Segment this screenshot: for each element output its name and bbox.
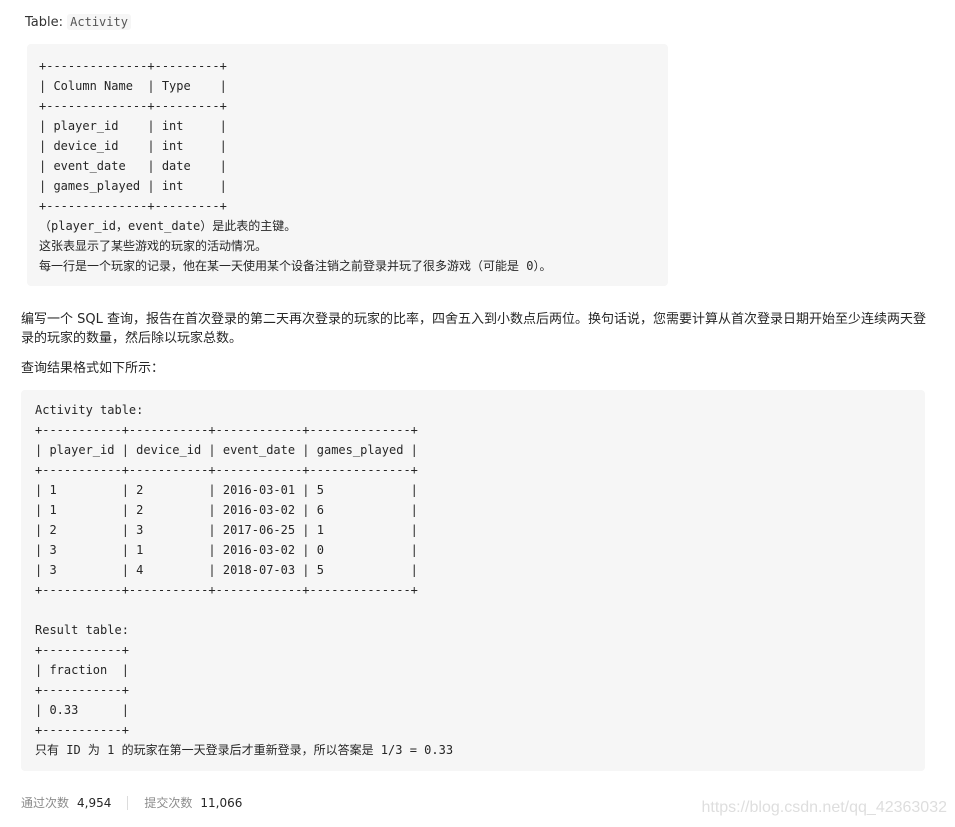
- example-code-text: Activity table: +-----------+-----------…: [35, 403, 454, 757]
- submission-stats: 通过次数 4,954 提交次数 11,066: [21, 794, 242, 812]
- accepted-count-label: 通过次数: [21, 796, 70, 810]
- schema-code-text: +--------------+---------+ | Column Name…: [39, 59, 552, 273]
- submission-count-label: 提交次数: [144, 796, 193, 810]
- format-note-paragraph: 查询结果格式如下所示：: [21, 361, 165, 376]
- submission-count-value: 11,066: [200, 796, 243, 810]
- accepted-count-value: 4,954: [77, 796, 112, 810]
- example-code-block: Activity table: +-----------+-----------…: [21, 390, 925, 771]
- table-caption: Table: Activity: [25, 13, 131, 32]
- blog-watermark: https://blog.csdn.net/qq_42363032: [701, 799, 947, 816]
- table-caption-label: Table:: [25, 15, 68, 30]
- question-paragraph: 编写一个 SQL 查询，报告在首次登录的第二天再次登录的玩家的比率，四舍五入到小…: [21, 312, 926, 346]
- problem-description-page: Table: Activity +--------------+--------…: [0, 0, 955, 827]
- schema-code-block: +--------------+---------+ | Column Name…: [27, 44, 668, 286]
- table-name-code: Activity: [67, 14, 131, 30]
- stats-divider: [127, 796, 129, 810]
